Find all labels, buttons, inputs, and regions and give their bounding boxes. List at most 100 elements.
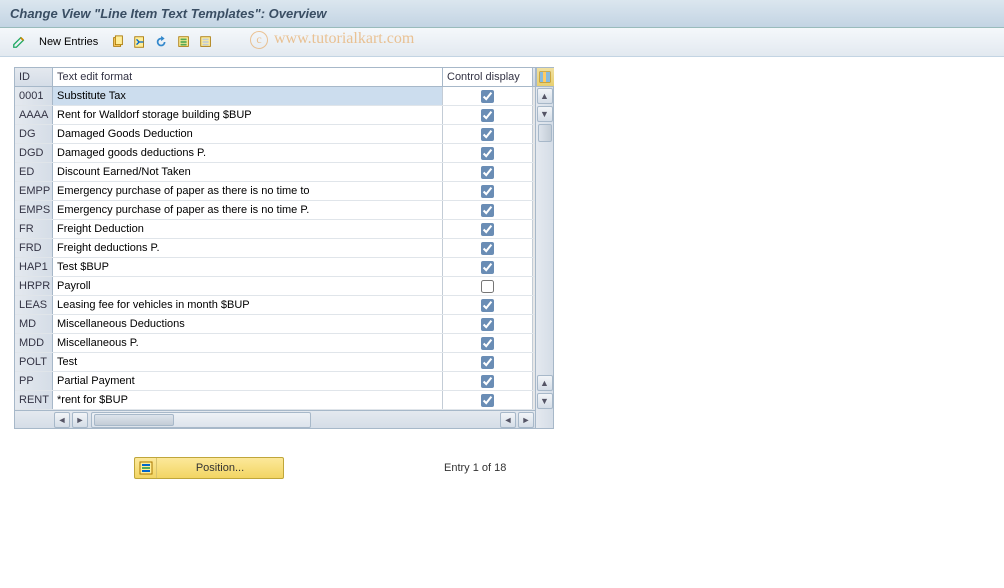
cell-text[interactable]: *rent for $BUP	[53, 391, 443, 409]
cell-control[interactable]	[443, 125, 533, 143]
cell-id[interactable]: HRPR	[15, 277, 53, 295]
hscroll-right-icon[interactable]: ►	[72, 412, 88, 428]
hscroll-thumb[interactable]	[94, 414, 174, 426]
control-checkbox[interactable]	[481, 280, 494, 293]
col-header-id[interactable]: ID	[15, 68, 53, 86]
cell-text[interactable]: Test $BUP	[53, 258, 443, 276]
delete-icon[interactable]	[131, 32, 149, 52]
control-checkbox[interactable]	[481, 394, 494, 407]
vscroll-thumb[interactable]	[538, 124, 552, 142]
control-checkbox[interactable]	[481, 109, 494, 122]
table-row[interactable]: DGDDamaged goods deductions P.	[15, 144, 535, 163]
cell-id[interactable]: MDD	[15, 334, 53, 352]
cell-control[interactable]	[443, 182, 533, 200]
position-button[interactable]: Position...	[134, 457, 284, 479]
table-row[interactable]: RENT*rent for $BUP	[15, 391, 535, 410]
select-all-icon[interactable]	[175, 32, 193, 52]
hscroll-left-icon[interactable]: ◄	[54, 412, 70, 428]
cell-control[interactable]	[443, 334, 533, 352]
table-row[interactable]: 0001Substitute Tax	[15, 87, 535, 106]
table-row[interactable]: AAAARent for Walldorf storage building $…	[15, 106, 535, 125]
undo-icon[interactable]	[153, 32, 171, 52]
table-row[interactable]: EMPPEmergency purchase of paper as there…	[15, 182, 535, 201]
control-checkbox[interactable]	[481, 318, 494, 331]
cell-text[interactable]: Test	[53, 353, 443, 371]
cell-id[interactable]: HAP1	[15, 258, 53, 276]
copy-icon[interactable]	[109, 32, 127, 52]
table-row[interactable]: MDDMiscellaneous P.	[15, 334, 535, 353]
cell-control[interactable]	[443, 144, 533, 162]
cell-control[interactable]	[443, 315, 533, 333]
control-checkbox[interactable]	[481, 204, 494, 217]
control-checkbox[interactable]	[481, 128, 494, 141]
cell-control[interactable]	[443, 353, 533, 371]
cell-text[interactable]: Payroll	[53, 277, 443, 295]
cell-control[interactable]	[443, 201, 533, 219]
cell-text[interactable]: Rent for Walldorf storage building $BUP	[53, 106, 443, 124]
table-row[interactable]: PPPartial Payment	[15, 372, 535, 391]
col-header-ctrl[interactable]: Control display	[443, 68, 533, 86]
cell-id[interactable]: FR	[15, 220, 53, 238]
cell-control[interactable]	[443, 220, 533, 238]
cell-control[interactable]	[443, 106, 533, 124]
control-checkbox[interactable]	[481, 90, 494, 103]
cell-id[interactable]: PP	[15, 372, 53, 390]
cell-id[interactable]: EMPP	[15, 182, 53, 200]
cell-control[interactable]	[443, 296, 533, 314]
control-checkbox[interactable]	[481, 185, 494, 198]
change-icon[interactable]	[10, 32, 28, 52]
cell-control[interactable]	[443, 87, 533, 105]
table-row[interactable]: FRFreight Deduction	[15, 220, 535, 239]
control-checkbox[interactable]	[481, 356, 494, 369]
cell-text[interactable]: Damaged Goods Deduction	[53, 125, 443, 143]
table-row[interactable]: LEASLeasing fee for vehicles in month $B…	[15, 296, 535, 315]
cell-id[interactable]: ED	[15, 163, 53, 181]
table-row[interactable]: FRDFreight deductions P.	[15, 239, 535, 258]
cell-text[interactable]: Damaged goods deductions P.	[53, 144, 443, 162]
cell-text[interactable]: Miscellaneous Deductions	[53, 315, 443, 333]
deselect-all-icon[interactable]	[197, 32, 215, 52]
cell-id[interactable]: RENT	[15, 391, 53, 409]
cell-id[interactable]: DGD	[15, 144, 53, 162]
col-header-text[interactable]: Text edit format	[53, 68, 443, 86]
new-entries-button[interactable]: New Entries	[32, 32, 105, 52]
cell-control[interactable]	[443, 391, 533, 409]
cell-text[interactable]: Partial Payment	[53, 372, 443, 390]
configure-columns-icon[interactable]	[536, 68, 554, 87]
cell-id[interactable]: DG	[15, 125, 53, 143]
table-row[interactable]: EDDiscount Earned/Not Taken	[15, 163, 535, 182]
table-row[interactable]: HAP1Test $BUP	[15, 258, 535, 277]
vscroll-down2-icon[interactable]: ▼	[537, 393, 553, 409]
cell-text[interactable]: Leasing fee for vehicles in month $BUP	[53, 296, 443, 314]
cell-text[interactable]: Substitute Tax	[53, 87, 443, 105]
cell-id[interactable]: FRD	[15, 239, 53, 257]
table-row[interactable]: DGDamaged Goods Deduction	[15, 125, 535, 144]
cell-control[interactable]	[443, 239, 533, 257]
table-row[interactable]: POLTTest	[15, 353, 535, 372]
vscroll-down-icon[interactable]: ▼	[537, 106, 553, 122]
control-checkbox[interactable]	[481, 166, 494, 179]
table-row[interactable]: HRPRPayroll	[15, 277, 535, 296]
hscroll-track[interactable]	[91, 412, 311, 428]
cell-id[interactable]: 0001	[15, 87, 53, 105]
cell-text[interactable]: Emergency purchase of paper as there is …	[53, 201, 443, 219]
cell-id[interactable]: MD	[15, 315, 53, 333]
control-checkbox[interactable]	[481, 299, 494, 312]
cell-control[interactable]	[443, 277, 533, 295]
hscroll-left2-icon[interactable]: ◄	[500, 412, 516, 428]
cell-text[interactable]: Freight Deduction	[53, 220, 443, 238]
cell-text[interactable]: Miscellaneous P.	[53, 334, 443, 352]
cell-id[interactable]: EMPS	[15, 201, 53, 219]
cell-id[interactable]: POLT	[15, 353, 53, 371]
cell-text[interactable]: Emergency purchase of paper as there is …	[53, 182, 443, 200]
cell-control[interactable]	[443, 372, 533, 390]
control-checkbox[interactable]	[481, 147, 494, 160]
cell-control[interactable]	[443, 163, 533, 181]
control-checkbox[interactable]	[481, 261, 494, 274]
cell-id[interactable]: LEAS	[15, 296, 53, 314]
control-checkbox[interactable]	[481, 337, 494, 350]
vscroll-up2-icon[interactable]: ▲	[537, 375, 553, 391]
cell-control[interactable]	[443, 258, 533, 276]
hscroll-right2-icon[interactable]: ►	[518, 412, 534, 428]
table-row[interactable]: MDMiscellaneous Deductions	[15, 315, 535, 334]
